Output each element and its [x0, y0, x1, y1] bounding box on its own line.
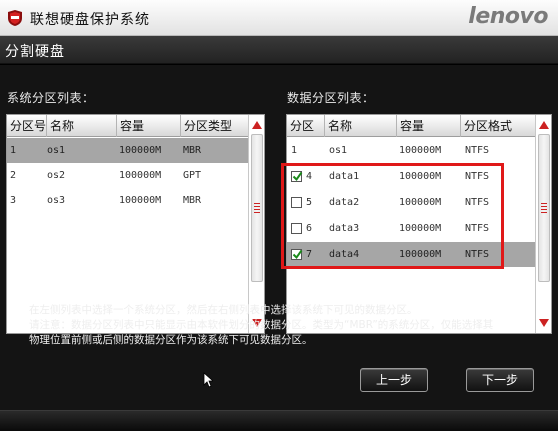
next-step-button[interactable]: 下一步: [466, 368, 534, 392]
system-list-scrollbar[interactable]: [248, 115, 264, 333]
instructions-text: 在左侧列表中选择一个系统分区，然后在右侧列表中选择该系统下可见的数据分区。 请注…: [29, 303, 544, 348]
table-row[interactable]: 1 os1 100000M NTFS: [287, 138, 535, 163]
checkbox-unchecked[interactable]: [291, 197, 302, 208]
system-list-title: 系统分区列表：: [7, 91, 95, 105]
data-list-scrollbar[interactable]: [535, 115, 551, 333]
scrollbar-thumb[interactable]: [538, 134, 550, 282]
cell-partition-format: NTFS: [465, 249, 490, 260]
table-header: 分区号 名称 容量 分区格式: [287, 115, 537, 155]
column-header-id[interactable]: 分区号: [7, 115, 47, 137]
cell-partition-format: NTFS: [465, 223, 490, 234]
cell-partition-name: data1: [329, 171, 360, 182]
checkbox-checked[interactable]: [291, 249, 303, 260]
table-row[interactable]: 3 os3 100000M MBR: [7, 188, 248, 213]
instruction-line: 在左侧列表中选择一个系统分区，然后在右侧列表中选择该系统下可见的数据分区。: [29, 304, 418, 316]
page-title: 分割硬盘: [5, 44, 65, 60]
table-header: 分区号 名称 容量 分区类型: [7, 115, 248, 137]
column-header-name[interactable]: 名称: [47, 115, 117, 137]
cell-partition-name: data3: [329, 223, 360, 234]
cell-partition-format: NTFS: [465, 171, 490, 182]
cell-partition-size: 100000M: [399, 197, 442, 208]
cell-partition-id: 1: [291, 145, 298, 156]
cell-partition-format: NTFS: [465, 145, 490, 156]
checkbox-unchecked[interactable]: [291, 223, 302, 234]
cell-partition-size: 100000M: [119, 170, 162, 181]
column-header-size[interactable]: 容量: [117, 115, 181, 137]
lenovo-logo: lenovo: [468, 4, 548, 29]
checkmark-icon: [292, 171, 303, 182]
bottom-strip: [0, 410, 558, 431]
column-header-name[interactable]: 名称: [325, 115, 397, 137]
mouse-cursor-icon: [203, 372, 213, 388]
section-header: 分割硬盘: [0, 36, 558, 64]
instruction-line: 物理位置前侧或后侧的数据分区作为该系统下可见数据分区。: [29, 334, 313, 346]
cell-partition-size: 100000M: [119, 145, 162, 156]
column-header-size[interactable]: 容量: [397, 115, 461, 137]
cell-partition-id: 3: [10, 195, 17, 206]
cell-partition-name: os1: [329, 145, 348, 156]
scroll-up-arrow-icon[interactable]: [537, 118, 551, 132]
data-list-title: 数据分区列表：: [287, 91, 375, 105]
cell-partition-format: NTFS: [465, 197, 490, 208]
scrollbar-thumb[interactable]: [251, 134, 263, 282]
cell-partition-id: 2: [10, 170, 17, 181]
cell-partition-name: os3: [47, 195, 66, 206]
scroll-up-arrow-icon[interactable]: [250, 118, 264, 132]
instruction-line: 请注意：数据分区列表中只能显示由本软件划分的数据分区。类型为“MBR”的系统分区…: [29, 319, 494, 331]
shield-logo-icon: [8, 10, 22, 26]
cell-partition-type: MBR: [183, 195, 202, 206]
cell-partition-name: os2: [47, 170, 66, 181]
column-header-id[interactable]: 分区号: [287, 115, 325, 155]
prev-step-button[interactable]: 上一步: [360, 368, 428, 392]
cell-partition-size: 100000M: [399, 249, 442, 260]
table-row[interactable]: 7 data4 100000M NTFS: [287, 242, 535, 267]
cell-partition-size: 100000M: [399, 145, 442, 156]
cell-partition-id: 4: [306, 171, 313, 182]
cell-partition-id: 5: [306, 197, 313, 208]
cell-partition-size: 100000M: [399, 171, 442, 182]
main-panel: 系统分区列表： 分区号 名称 容量 分区类型 1 os1 100000M MBR 2 os…: [0, 65, 558, 410]
table-row[interactable]: 4 data1 100000M NTFS: [287, 164, 535, 189]
column-header-format[interactable]: 分区格式: [461, 115, 537, 137]
cell-partition-type: MBR: [183, 145, 202, 156]
cell-partition-size: 100000M: [399, 223, 442, 234]
cell-partition-id: 7: [306, 249, 313, 260]
cell-partition-name: os1: [47, 145, 66, 156]
table-row[interactable]: 6 data3 100000M NTFS: [287, 216, 535, 241]
checkbox-checked[interactable]: [291, 171, 303, 182]
cell-partition-id: 6: [306, 223, 313, 234]
cell-partition-size: 100000M: [119, 195, 162, 206]
table-row[interactable]: 2 os2 100000M GPT: [7, 163, 248, 188]
cell-partition-name: data4: [329, 249, 360, 260]
column-header-type[interactable]: 分区类型: [181, 115, 250, 137]
data-partition-table[interactable]: 分区号 名称 容量 分区格式 1 os1 100000M NTFS 4 data1 1000…: [286, 114, 552, 334]
system-partition-table[interactable]: 分区号 名称 容量 分区类型 1 os1 100000M MBR 2 os2 100000M…: [6, 114, 265, 334]
cell-partition-name: data2: [329, 197, 360, 208]
app-title: 联想硬盘保护系统: [30, 12, 150, 28]
table-row[interactable]: 5 data2 100000M NTFS: [287, 190, 535, 215]
cell-partition-id: 1: [10, 145, 17, 156]
title-bar: 联想硬盘保护系统 lenovo: [0, 0, 558, 36]
table-row[interactable]: 1 os1 100000M MBR: [7, 138, 248, 163]
cell-partition-type: GPT: [183, 170, 202, 181]
checkmark-icon: [292, 249, 303, 260]
